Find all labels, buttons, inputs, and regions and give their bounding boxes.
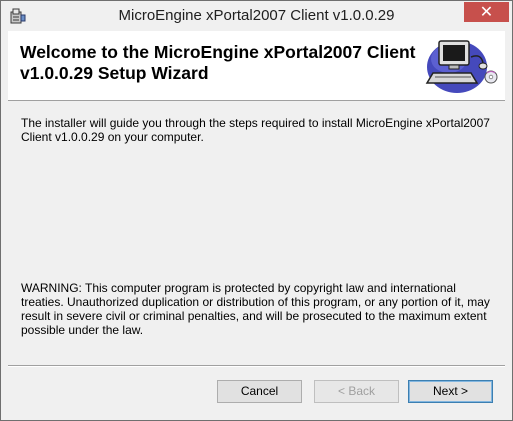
next-button[interactable]: Next > [408, 380, 493, 403]
page-title: Welcome to the MicroEngine xPortal2007 C… [20, 42, 420, 84]
title-bar[interactable]: MicroEngine xPortal2007 Client v1.0.0.29… [1, 1, 512, 31]
setup-wizard-window: MicroEngine xPortal2007 Client v1.0.0.29… [0, 0, 513, 421]
wizard-header: Welcome to the MicroEngine xPortal2007 C… [8, 31, 505, 101]
page-title-line2: v1.0.0.29 Setup Wizard [20, 63, 209, 83]
copyright-warning: WARNING: This computer program is protec… [21, 281, 490, 337]
back-button[interactable]: < Back [314, 380, 399, 403]
cancel-button[interactable]: Cancel [217, 380, 302, 403]
close-button[interactable]: ✕ [464, 2, 509, 22]
intro-text: The installer will guide you through the… [21, 116, 490, 144]
computer-setup-icon [425, 40, 498, 93]
wizard-body: The installer will guide you through the… [8, 101, 505, 365]
button-separator [8, 365, 505, 367]
page-title-line1: Welcome to the MicroEngine xPortal2007 C… [20, 42, 416, 62]
window-title: MicroEngine xPortal2007 Client v1.0.0.29 [118, 7, 395, 24]
